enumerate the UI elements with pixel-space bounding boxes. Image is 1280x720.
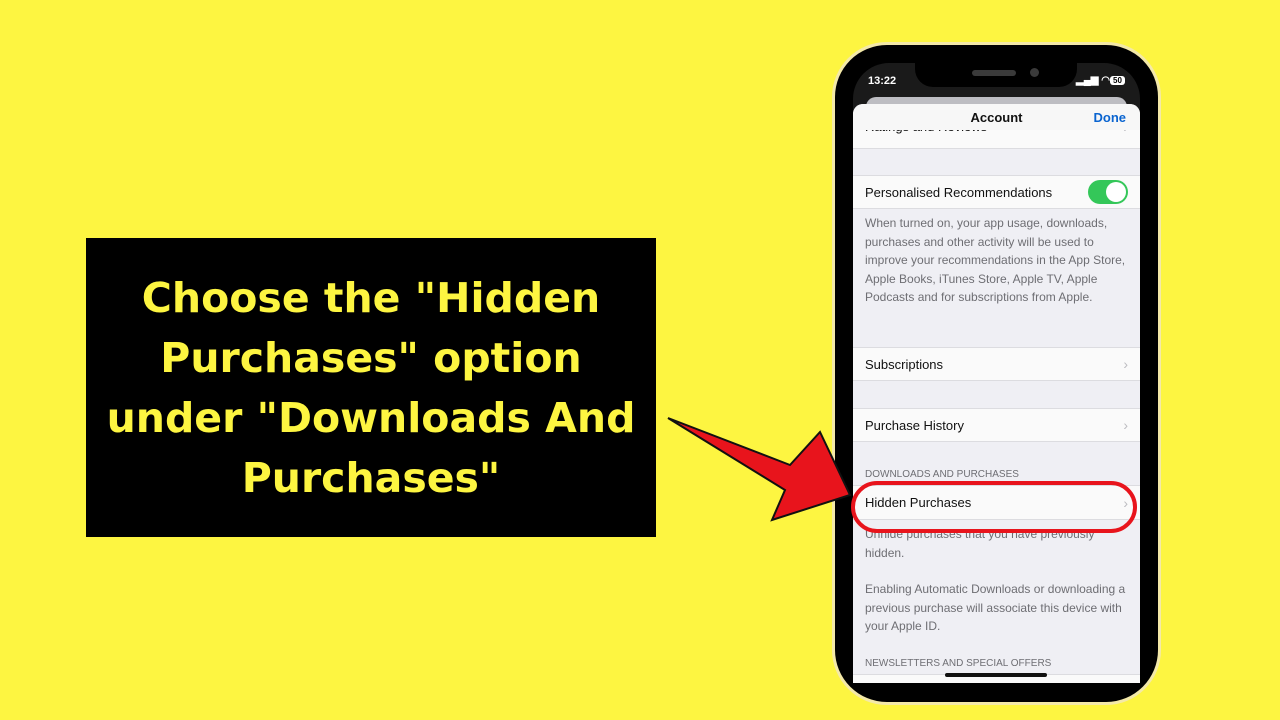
arrow-shape: [667, 417, 852, 522]
battery-icon: 50: [1110, 76, 1125, 85]
home-indicator: [945, 673, 1047, 677]
nav-bar: Account Done: [853, 104, 1140, 130]
done-button[interactable]: Done: [1094, 110, 1127, 125]
personalised-toggle[interactable]: [1088, 180, 1128, 204]
signal-wifi-icon: ▂▄▆ ◠: [1076, 75, 1110, 86]
pointer-arrow: [667, 417, 852, 522]
newsletters-section-header: NEWSLETTERS AND SPECIAL OFFERS: [865, 658, 1052, 669]
camera: [1030, 68, 1039, 77]
personalised-row: Personalised Recommendations: [853, 175, 1140, 209]
chevron-right-icon: ›: [1123, 356, 1128, 372]
instruction-caption: Choose the "Hidden Purchases" option und…: [86, 238, 656, 537]
chevron-right-icon: ›: [1123, 417, 1128, 433]
sheet-title: Account: [970, 109, 1023, 125]
row-label: Personalised Recommendations: [865, 184, 1053, 200]
account-sheet: Account Done Ratings and Reviews› Person…: [853, 104, 1140, 683]
status-time: 13:22: [868, 75, 897, 87]
downloads-section-header: DOWNLOADS AND PURCHASES: [865, 469, 1019, 480]
highlight-ellipse: [851, 481, 1137, 533]
automatic-downloads-footer: Enabling Automatic Downloads or download…: [865, 582, 1126, 633]
row-label: Purchase History: [865, 417, 964, 433]
subscriptions-row[interactable]: Subscriptions ›: [853, 347, 1140, 381]
purchase-history-row[interactable]: Purchase History ›: [853, 408, 1140, 442]
row-label: Subscriptions: [865, 356, 944, 372]
personalised-footer: When turned on, your app usage, download…: [865, 216, 1126, 304]
caption-text: Choose the "Hidden Purchases" option und…: [106, 273, 636, 502]
speaker: [972, 70, 1016, 76]
